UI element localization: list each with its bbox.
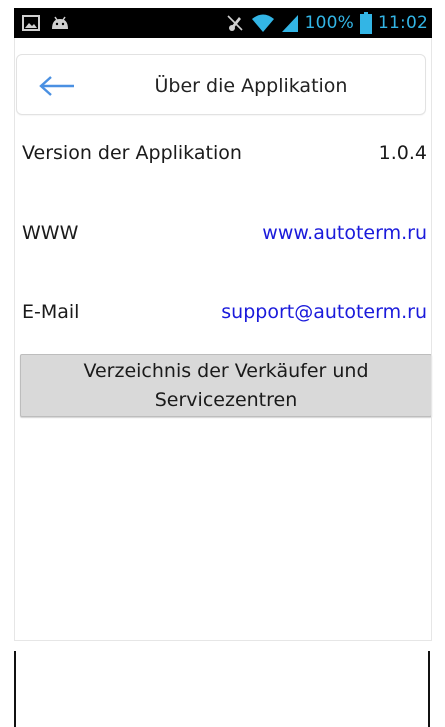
mute-icon bbox=[225, 13, 245, 33]
email-link[interactable]: support@autoterm.ru bbox=[221, 301, 427, 323]
back-arrow-icon bbox=[39, 76, 74, 96]
frame-border-left bbox=[14, 38, 15, 641]
wifi-icon bbox=[251, 13, 275, 33]
gallery-icon bbox=[22, 15, 40, 31]
battery-icon bbox=[360, 12, 372, 34]
version-row: Version der Applikation 1.0.4 bbox=[22, 138, 427, 168]
android-icon bbox=[50, 16, 70, 30]
status-bar-left bbox=[22, 15, 70, 31]
status-bar: 100% 11:02 bbox=[14, 8, 432, 38]
frame-border-right bbox=[431, 38, 432, 641]
app-bar: Über die Applikation bbox=[16, 54, 426, 115]
clock: 11:02 bbox=[378, 13, 428, 33]
status-bar-right: 100% 11:02 bbox=[225, 12, 428, 34]
signal-icon bbox=[281, 13, 299, 33]
page-title: Über die Applikation bbox=[154, 74, 348, 97]
version-label: Version der Applikation bbox=[22, 142, 242, 164]
email-label: E-Mail bbox=[22, 301, 80, 323]
website-row: WWW www.autoterm.ru bbox=[22, 218, 427, 248]
website-label: WWW bbox=[22, 222, 79, 244]
about-screen: Über die Applikation Version der Applika… bbox=[14, 38, 432, 641]
back-button[interactable] bbox=[37, 69, 77, 103]
email-row: E-Mail support@autoterm.ru bbox=[22, 297, 427, 327]
website-link[interactable]: www.autoterm.ru bbox=[262, 222, 427, 244]
dealer-directory-button[interactable]: Verzeichnis der Verkäufer und Servicezen… bbox=[20, 354, 432, 417]
lower-panel bbox=[14, 651, 430, 727]
battery-percent: 100% bbox=[304, 13, 354, 33]
frame-border-bottom bbox=[14, 640, 432, 641]
version-value: 1.0.4 bbox=[378, 142, 427, 164]
